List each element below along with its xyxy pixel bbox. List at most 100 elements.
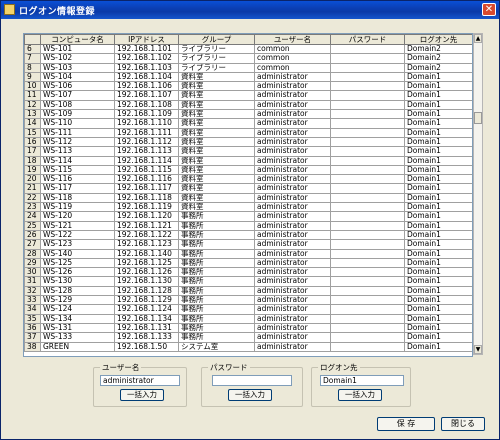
table-cell[interactable]: 192.168.1.121 [114,220,179,231]
table-cell[interactable]: administrator [254,276,331,287]
table-cell[interactable]: administrator [254,99,331,111]
table-cell[interactable]: administrator [254,90,331,101]
close-icon[interactable]: ✕ [482,3,496,16]
row-number-cell[interactable]: 37 [24,332,41,343]
table-cell[interactable]: 192.168.1.113 [114,146,179,157]
row-number-cell[interactable]: 22 [24,192,41,204]
table-cell[interactable]: WS-140 [40,248,115,259]
table-cell[interactable] [330,164,405,176]
table-cell[interactable]: administrator [254,294,331,306]
user-bulk-input-button[interactable]: 一括入力 [120,389,164,401]
table-cell[interactable]: administrator [254,118,331,129]
table-cell[interactable]: WS-104 [40,71,115,83]
row-number-cell[interactable]: 12 [24,99,41,111]
table-cell[interactable] [330,220,405,231]
table-cell[interactable]: Domain1 [404,332,472,343]
table-cell[interactable]: 192.168.1.110 [114,118,179,129]
table-cell[interactable]: WS-103 [40,62,115,73]
table-row[interactable]: 14 WS-110 192.168.1.110 資料室 administrator Dom… [24,118,472,129]
table-cell[interactable] [330,341,405,352]
table-cell[interactable]: Domain1 [404,71,472,83]
table-row[interactable]: 29 WS-125 192.168.1.125 事務所 administrator Dom… [24,257,472,269]
table-cell[interactable]: administrator [254,229,331,241]
table-cell[interactable]: administrator [254,192,331,204]
table-cell[interactable] [330,257,405,269]
table-row[interactable]: 28 WS-140 192.168.1.140 事務所 administrator Dom… [24,248,472,259]
table-row[interactable]: 35 WS-134 192.168.1.134 事務所 administrator Dom… [24,313,472,324]
table-cell[interactable]: Domain1 [404,99,472,111]
table-cell[interactable]: 192.168.1.115 [114,164,179,176]
table-cell[interactable]: 事務所 [178,322,255,334]
table-row[interactable]: 11 WS-107 192.168.1.107 資料室 administrator Dom… [24,90,472,101]
table-cell[interactable]: ライブラリー [178,53,255,64]
table-cell[interactable]: common [254,62,331,73]
column-header[interactable]: IPアドレス [114,34,179,45]
table-row[interactable]: 27 WS-123 192.168.1.123 事務所 administrator Dom… [24,239,472,250]
table-row[interactable]: 22 WS-118 192.168.1.118 資料室 administrator Dom… [24,192,472,204]
table-row[interactable]: 23 WS-119 192.168.1.119 資料室 administrator Dom… [24,202,472,213]
table-cell[interactable]: WS-108 [40,99,115,111]
table-cell[interactable]: 192.168.1.123 [114,239,179,250]
table-cell[interactable]: 192.168.1.129 [114,294,179,306]
table-row[interactable]: 18 WS-114 192.168.1.114 資料室 administrator Dom… [24,155,472,166]
table-cell[interactable]: 192.168.1.125 [114,257,179,269]
table-cell[interactable]: 資料室 [178,202,255,213]
table-cell[interactable]: 資料室 [178,192,255,204]
table-row[interactable]: 21 WS-117 192.168.1.117 資料室 administrator Dom… [24,183,472,194]
logon-bulk-input-button[interactable]: 一括入力 [338,389,382,401]
table-cell[interactable] [330,136,405,148]
table-cell[interactable] [330,229,405,241]
table-cell[interactable]: 192.168.1.111 [114,127,179,138]
table-row[interactable]: 7 WS-102 192.168.1.102 ライブラリー common Domain2 [24,53,472,64]
table-cell[interactable]: WS-128 [40,285,115,297]
table-cell[interactable] [330,62,405,73]
table-row[interactable]: 30 WS-126 192.168.1.126 事務所 administrator Dom… [24,267,472,278]
close-button[interactable]: 閉じる [441,417,485,431]
table-cell[interactable]: administrator [254,313,331,324]
table-cell[interactable]: Domain2 [404,62,472,73]
table-cell[interactable]: WS-133 [40,332,115,343]
table-cell[interactable]: 192.168.1.104 [114,71,179,83]
table-cell[interactable]: WS-119 [40,202,115,213]
row-number-cell[interactable]: 34 [24,304,41,315]
column-header[interactable]: ログオン先 [404,34,472,45]
table-cell[interactable] [330,53,405,64]
table-cell[interactable]: Domain1 [404,285,472,297]
table-cell[interactable]: 資料室 [178,118,255,129]
table-cell[interactable]: Domain1 [404,341,472,352]
row-number-cell[interactable]: 18 [24,155,41,166]
column-header[interactable]: ユーザー名 [254,34,331,45]
table-cell[interactable]: 192.168.1.103 [114,62,179,73]
table-cell[interactable] [330,332,405,343]
row-number-cell[interactable]: 8 [24,62,41,73]
table-row[interactable]: 31 WS-130 192.168.1.130 事務所 administrator Dom… [24,276,472,287]
table-cell[interactable]: common [254,53,331,64]
table-cell[interactable]: Domain1 [404,248,472,259]
table-row[interactable]: 33 WS-129 192.168.1.129 事務所 administrator Dom… [24,294,472,306]
table-cell[interactable]: administrator [254,136,331,148]
table-cell[interactable]: Domain1 [404,257,472,269]
row-number-cell[interactable]: 24 [24,211,41,222]
table-row[interactable]: 36 WS-131 192.168.1.131 事務所 administrator Dom… [24,322,472,334]
table-row[interactable]: 25 WS-121 192.168.1.121 事務所 administrator Dom… [24,220,472,231]
table-cell[interactable]: administrator [254,164,331,176]
table-cell[interactable]: administrator [254,285,331,297]
table-cell[interactable]: WS-126 [40,267,115,278]
table-cell[interactable]: Domain1 [404,202,472,213]
table-cell[interactable] [330,322,405,334]
table-row[interactable]: 34 WS-124 192.168.1.124 事務所 administrator Dom… [24,304,472,315]
table-cell[interactable]: 事務所 [178,239,255,250]
scroll-up-arrow-icon[interactable]: ▲ [474,34,482,43]
table-cell[interactable]: 192.168.1.114 [114,155,179,166]
table-cell[interactable]: WS-125 [40,257,115,269]
table-cell[interactable]: 資料室 [178,136,255,148]
table-cell[interactable]: 事務所 [178,257,255,269]
table-cell[interactable]: Domain1 [404,155,472,166]
table-cell[interactable]: 192.168.1.112 [114,136,179,148]
table-row[interactable]: 19 WS-115 192.168.1.115 資料室 administrator Dom… [24,164,472,176]
table-cell[interactable]: administrator [254,332,331,343]
table-cell[interactable] [330,313,405,324]
table-cell[interactable]: WS-123 [40,239,115,250]
table-cell[interactable] [330,127,405,138]
table-cell[interactable]: Domain1 [404,127,472,138]
